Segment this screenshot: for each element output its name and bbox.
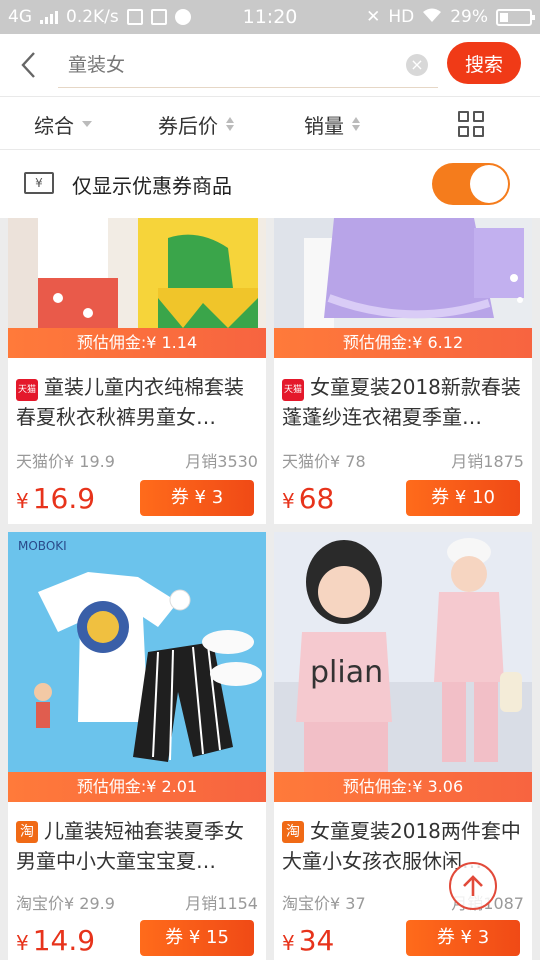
svg-text:plian: plian [310,655,383,690]
search-box: × [58,42,438,88]
hd-indicator: HD [388,7,415,27]
scroll-to-top-button[interactable] [449,862,497,910]
commission-banner: 预估佣金:¥ 3.06 [274,772,532,802]
original-price: 淘宝价¥ 37 [282,894,366,913]
final-price: ¥14.9 [16,924,96,957]
status-bar: 4G 0.2K/s 11:20 ✕ HD 29% [0,0,540,34]
taobao-notification-icon [150,9,167,25]
mute-icon: ✕ [366,7,381,27]
original-price: 天猫价¥ 78 [282,452,366,471]
final-price: ¥34 [282,924,335,957]
product-image [274,218,532,328]
clear-icon[interactable]: × [406,54,428,76]
coupon-only-label: 仅显示优惠券商品 [72,173,232,198]
commission-banner: 预估佣金:¥ 6.12 [274,328,532,358]
search-button[interactable]: 搜索 [447,42,521,84]
network-type: 4G [8,7,32,27]
original-price: 淘宝价¥ 29.9 [16,894,115,913]
product-card[interactable]: 预估佣金:¥ 6.12 天猫 女童夏装2018新款春装蓬蓬纱连衣裙夏季童… 天猫价… [274,218,532,524]
search-header: × 搜索 [0,34,540,96]
coupon-filter-row: ¥ 仅显示优惠券商品 [0,150,540,218]
network-speed: 0.2K/s [66,7,119,27]
product-image [8,218,266,328]
filter-label: 综合 [34,113,74,138]
tmall-badge: 天猫 [282,379,304,401]
original-price: 天猫价¥ 19.9 [16,452,115,471]
filter-bar: 综合 券后价 销量 [0,96,540,150]
filter-price-after-coupon[interactable]: 券后价 [158,97,234,151]
filter-label: 券后价 [158,113,218,138]
monthly-sales: 月销1875 [451,452,524,471]
sort-icon [352,117,360,131]
coupon-button[interactable]: 券 ¥ 3 [140,480,254,516]
ticket-icon: ¥ [24,172,54,194]
message-icon [174,9,191,25]
product-card[interactable]: MOBOKI 预估佣金:¥ 2.01 淘儿童装短袖套装夏季女男童中小大童宝宝夏…… [8,532,266,960]
filter-label: 销量 [304,113,344,138]
grid-view-icon[interactable] [458,111,484,137]
commission-banner: 预估佣金:¥ 1.14 [8,328,266,358]
toggle-knob [470,165,508,203]
coupon-button[interactable]: 券 ¥ 15 [140,920,254,956]
sort-icon [226,117,234,131]
coupon-button[interactable]: 券 ¥ 10 [406,480,520,516]
final-price: ¥16.9 [16,482,96,515]
product-card[interactable]: 预估佣金:¥ 1.14 天猫 童装儿童内衣纯棉套装春夏秋衣秋裤男童女… 天猫价¥ … [8,218,266,524]
arrow-up-icon [463,875,483,896]
filter-comprehensive[interactable]: 综合 [34,97,92,151]
coupon-button[interactable]: 券 ¥ 3 [406,920,520,956]
product-title: 天猫 女童夏装2018新款春装蓬蓬纱连衣裙夏季童… [282,375,521,429]
battery-percent: 29% [450,7,488,27]
app-notification-icon [126,9,143,25]
taobao-badge: 淘 [16,821,38,843]
search-input[interactable] [58,53,378,76]
product-title: 淘女童夏装2018两件套中大童小女孩衣服休闲… [282,819,521,873]
back-button[interactable] [0,34,56,96]
product-title: 淘儿童装短袖套装夏季女男童中小大童宝宝夏… [16,819,244,873]
signal-icon [40,10,58,24]
taobao-badge: 淘 [282,821,304,843]
chevron-left-icon [21,52,35,78]
product-title: 天猫 童装儿童内衣纯棉套装春夏秋衣秋裤男童女… [16,375,244,429]
monthly-sales: 月销1154 [185,894,258,913]
monthly-sales: 月销3530 [185,452,258,471]
filter-sales[interactable]: 销量 [304,97,360,151]
final-price: ¥68 [282,482,335,515]
tmall-badge: 天猫 [16,379,38,401]
product-image: plian [274,532,532,772]
commission-banner: 预估佣金:¥ 2.01 [8,772,266,802]
wifi-icon [422,7,442,28]
battery-icon [496,8,535,26]
product-image: MOBOKI [8,532,266,772]
caret-down-icon [82,121,92,127]
svg-text:MOBOKI: MOBOKI [18,539,67,553]
coupon-only-toggle[interactable] [432,163,510,205]
